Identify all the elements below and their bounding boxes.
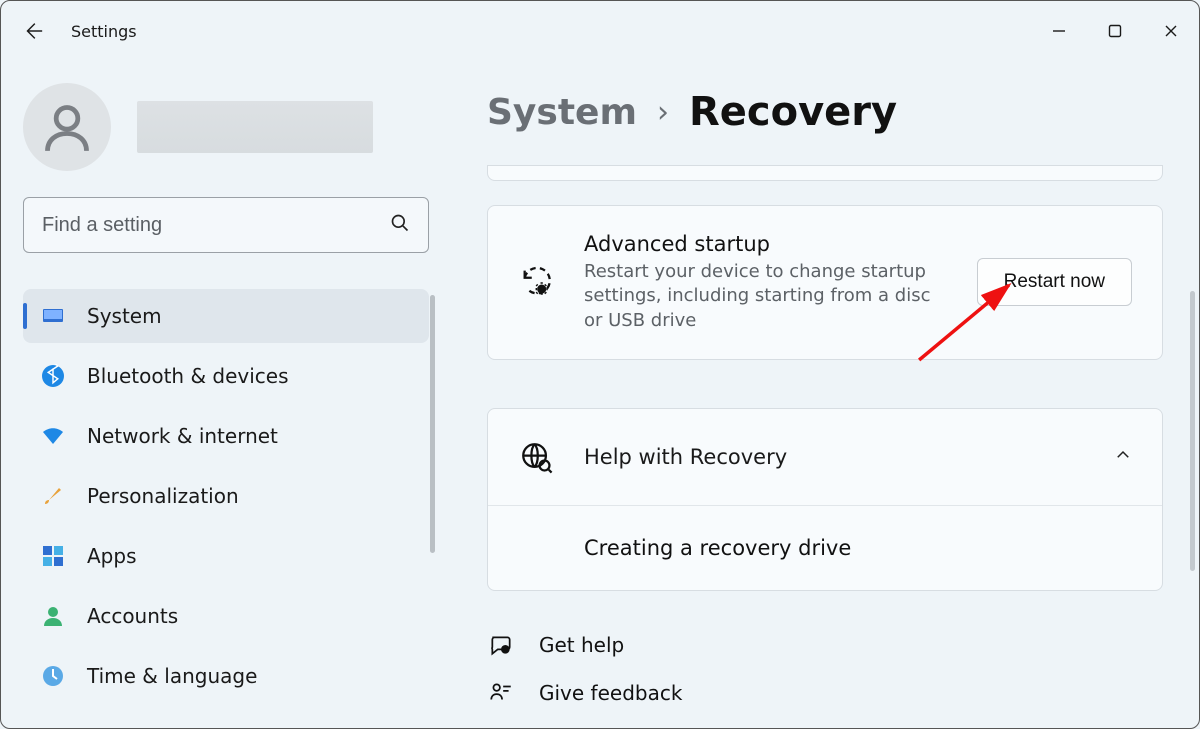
content-scrollbar[interactable] bbox=[1190, 291, 1195, 571]
help-chat-icon: ? bbox=[487, 631, 515, 659]
sidebar-nav: System Bluetooth & devices Network & int… bbox=[23, 289, 429, 703]
user-info[interactable] bbox=[23, 83, 429, 171]
search-box[interactable] bbox=[23, 197, 429, 253]
globe-search-icon bbox=[518, 439, 554, 475]
maximize-button[interactable] bbox=[1087, 7, 1143, 55]
sidebar-item-label: Time & language bbox=[87, 664, 257, 688]
sidebar-item-network[interactable]: Network & internet bbox=[23, 409, 429, 463]
help-header-row[interactable]: Help with Recovery bbox=[488, 409, 1162, 506]
sidebar-item-label: Personalization bbox=[87, 484, 239, 508]
back-button[interactable] bbox=[21, 19, 45, 43]
sidebar-item-personalization[interactable]: Personalization bbox=[23, 469, 429, 523]
close-button[interactable] bbox=[1143, 7, 1199, 55]
chevron-right-icon: › bbox=[657, 95, 669, 130]
help-title: Help with Recovery bbox=[584, 445, 787, 469]
help-with-recovery-card: Help with Recovery Creating a recovery d… bbox=[487, 408, 1163, 591]
footer-links: ? Get help Give feedback bbox=[487, 631, 1163, 707]
window-controls bbox=[1031, 7, 1199, 55]
search-icon bbox=[390, 213, 410, 237]
display-icon bbox=[41, 304, 65, 328]
page-title: Recovery bbox=[689, 89, 897, 135]
sidebar-item-apps[interactable]: Apps bbox=[23, 529, 429, 583]
sidebar-item-label: Bluetooth & devices bbox=[87, 364, 289, 388]
bluetooth-icon bbox=[41, 364, 65, 388]
sidebar-item-accounts[interactable]: Accounts bbox=[23, 589, 429, 643]
avatar bbox=[23, 83, 111, 171]
clock-globe-icon bbox=[41, 664, 65, 688]
svg-text:?: ? bbox=[504, 646, 507, 654]
title-bar: Settings bbox=[1, 1, 1199, 61]
wifi-icon bbox=[41, 424, 65, 448]
paintbrush-icon bbox=[41, 484, 65, 508]
give-feedback-label: Give feedback bbox=[539, 681, 682, 705]
help-item-label: Creating a recovery drive bbox=[518, 536, 851, 560]
advanced-startup-title: Advanced startup bbox=[584, 232, 947, 256]
restart-gear-icon bbox=[518, 264, 554, 300]
user-name-redacted bbox=[137, 101, 373, 153]
get-help-link[interactable]: ? Get help bbox=[487, 631, 1163, 659]
sidebar-scrollbar[interactable] bbox=[430, 295, 435, 553]
sidebar-item-bluetooth[interactable]: Bluetooth & devices bbox=[23, 349, 429, 403]
sidebar-item-label: Apps bbox=[87, 544, 137, 568]
previous-card-edge bbox=[487, 165, 1163, 181]
sidebar-item-label: System bbox=[87, 304, 162, 328]
sidebar-item-time-language[interactable]: Time & language bbox=[23, 649, 429, 703]
sidebar-item-label: Accounts bbox=[87, 604, 178, 628]
sidebar: System Bluetooth & devices Network & int… bbox=[1, 61, 451, 728]
advanced-startup-desc: Restart your device to change startup se… bbox=[584, 260, 947, 333]
give-feedback-link[interactable]: Give feedback bbox=[487, 679, 1163, 707]
restart-now-button[interactable]: Restart now bbox=[977, 258, 1132, 306]
apps-icon bbox=[41, 544, 65, 568]
search-input[interactable] bbox=[42, 214, 390, 237]
advanced-startup-card: Advanced startup Restart your device to … bbox=[487, 205, 1163, 360]
help-item-recovery-drive[interactable]: Creating a recovery drive bbox=[488, 506, 1162, 590]
sidebar-item-system[interactable]: System bbox=[23, 289, 429, 343]
app-title: Settings bbox=[71, 22, 137, 41]
person-icon bbox=[41, 604, 65, 628]
sidebar-item-label: Network & internet bbox=[87, 424, 278, 448]
minimize-button[interactable] bbox=[1031, 7, 1087, 55]
breadcrumb: System › Recovery bbox=[487, 89, 1163, 135]
feedback-icon bbox=[487, 679, 515, 707]
main-content: System › Recovery Advanced startup Resta… bbox=[451, 61, 1199, 728]
chevron-up-icon bbox=[1114, 446, 1132, 468]
get-help-label: Get help bbox=[539, 633, 624, 657]
breadcrumb-parent[interactable]: System bbox=[487, 92, 637, 133]
